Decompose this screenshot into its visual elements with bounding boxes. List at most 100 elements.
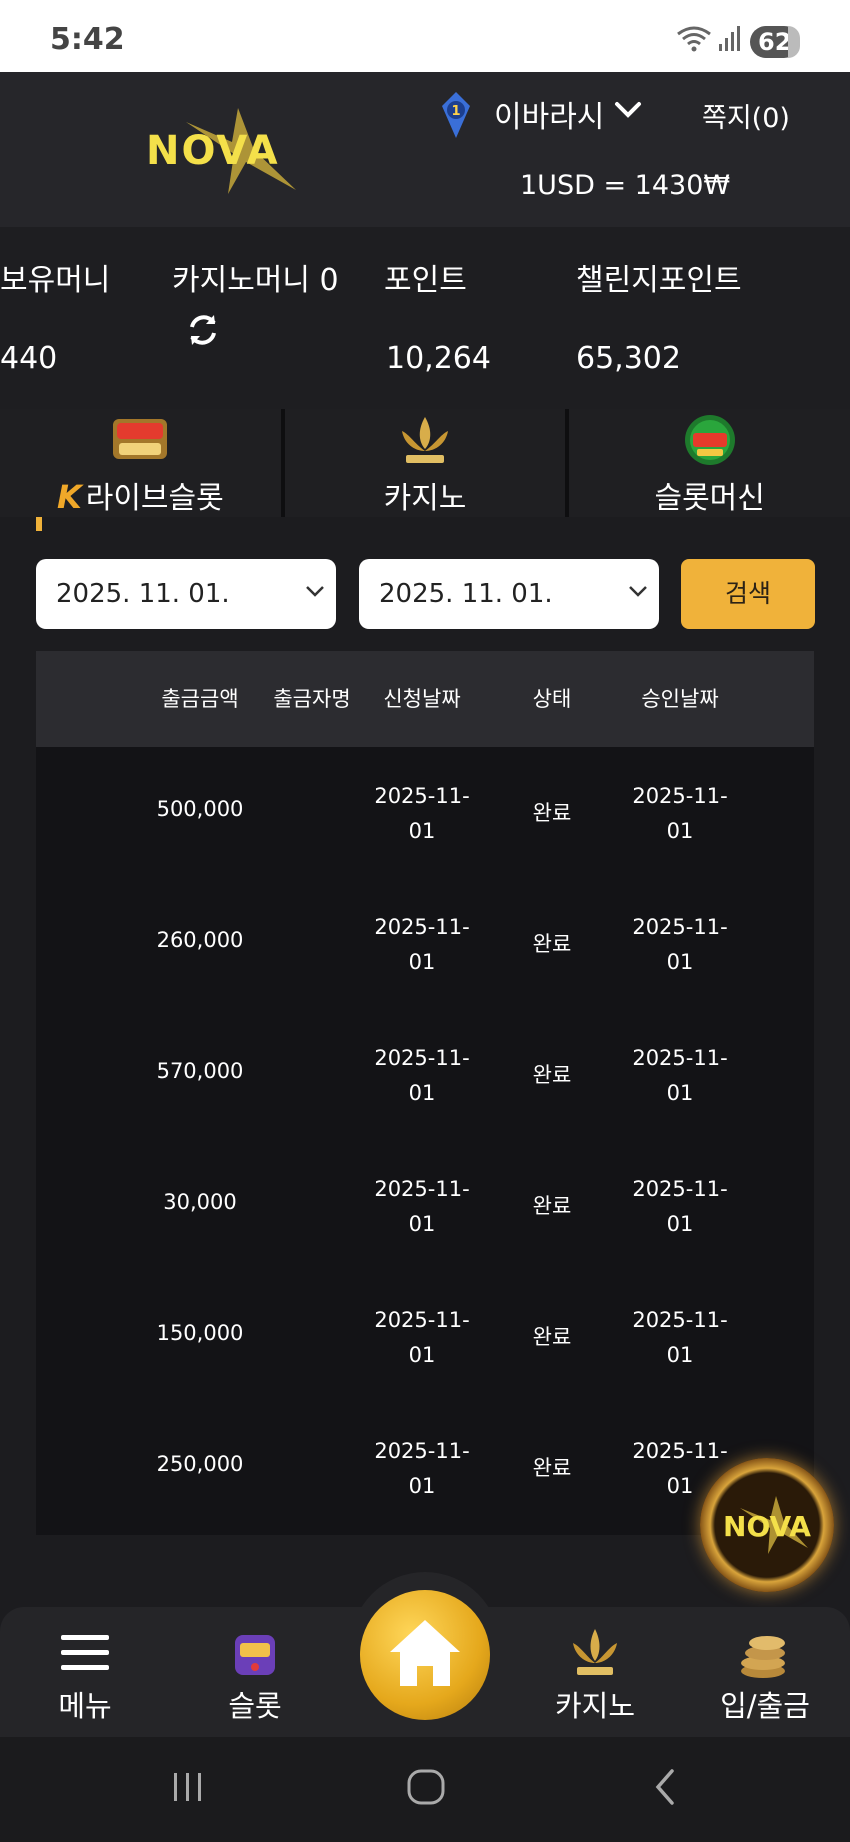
amount-cell: 30,000 xyxy=(163,1190,237,1214)
request-date-cell: 2025-11- 01 xyxy=(374,784,470,843)
search-button[interactable]: 검색 xyxy=(681,559,815,629)
nova-logo-icon: NOVA xyxy=(723,1496,811,1554)
holding-money-value: 440 xyxy=(0,341,58,376)
signal-icon xyxy=(719,26,740,51)
end-date-select[interactable]: 2025. 11. 01. xyxy=(359,559,659,629)
request-date-cell: 2025-11- 01 xyxy=(374,1177,470,1236)
end-date-value: 2025. 11. 01. xyxy=(379,579,553,609)
exchange-rate: 1USD = 1430₩ xyxy=(520,170,731,201)
status-bar: 5:42 62 xyxy=(0,0,850,72)
status-cell: 완료 xyxy=(532,932,572,956)
column-header-approve-date: 승인날짜 xyxy=(641,687,719,711)
chevron-down-icon xyxy=(306,586,324,597)
nav-casino[interactable]: 카지노 xyxy=(530,1607,660,1737)
approve-date-cell: 2025-11- 01 xyxy=(632,915,728,974)
amount-cell: 500,000 xyxy=(156,797,244,821)
nav-casino-label: 카지노 xyxy=(554,1689,636,1723)
nav-menu-label: 메뉴 xyxy=(58,1689,112,1723)
chevron-down-icon xyxy=(629,586,647,597)
k-slot-icon xyxy=(573,1629,617,1675)
live-slot-icon xyxy=(113,419,168,459)
request-date-cell: 2025-11- 01 xyxy=(374,915,470,974)
status-cell: 완료 xyxy=(532,1194,572,1218)
tab-slot-machine[interactable]: 슬롯머신 xyxy=(569,409,850,517)
nova-logo[interactable]: NOVA xyxy=(146,102,316,198)
tab-live-slot-label: 라이브슬롯 xyxy=(85,481,224,516)
rank-badge-icon: 1 xyxy=(442,92,470,138)
tab-casino[interactable]: 카지노 xyxy=(284,409,570,517)
tab-casino-label: 카지노 xyxy=(383,481,467,516)
amount-cell: 250,000 xyxy=(156,1452,244,1476)
battery-level: 62 xyxy=(758,28,792,56)
amount-cell: 150,000 xyxy=(156,1321,244,1345)
logo-text: NOVA xyxy=(146,128,280,174)
status-cell: 완료 xyxy=(532,1456,572,1480)
approve-date-cell: 2025-11- 01 xyxy=(632,1177,728,1236)
status-time: 5:42 xyxy=(50,22,125,57)
battery-indicator: 62 xyxy=(750,26,800,58)
status-cell: 완료 xyxy=(532,1325,572,1349)
table-row: 260,000 2025-11- 01 완료 2025-11- 01 xyxy=(36,878,814,1009)
chevron-down-icon[interactable] xyxy=(614,100,642,120)
refresh-icon[interactable] xyxy=(184,311,222,349)
column-header-status: 상태 xyxy=(532,687,572,711)
status-cell: 완료 xyxy=(532,1063,572,1087)
system-navigation-bar xyxy=(0,1737,850,1842)
tab-slot-machine-label: 슬롯머신 xyxy=(654,481,765,516)
request-date-cell: 2025-11- 01 xyxy=(374,1046,470,1105)
casino-money-label: 카지노머니 0 xyxy=(172,263,339,298)
table-row: 150,000 2025-11- 01 완료 2025-11- 01 xyxy=(36,1271,814,1402)
wifi-icon xyxy=(677,26,711,52)
k-brand-icon: K xyxy=(56,478,82,516)
table-row: 500,000 2025-11- 01 완료 2025-11- 01 xyxy=(36,747,814,878)
column-header-name: 출금자명 xyxy=(273,687,351,711)
withdrawal-history-section: 2025. 11. 01. 2025. 11. 01. 검색 출금금액 출금자명… xyxy=(0,517,850,1607)
slot-machine-icon xyxy=(235,1635,275,1675)
site-header: NOVA 1 이바라시 쪽지(0) 1USD = 1430₩ xyxy=(0,72,850,227)
withdrawal-table: 출금금액 출금자명 신청날짜 상태 승인날짜 500,000 2025-11- 0… xyxy=(36,651,814,1535)
recent-apps-icon[interactable] xyxy=(168,1767,208,1807)
point-label: 포인트 xyxy=(384,263,467,298)
floating-nova-button[interactable]: NOVA xyxy=(700,1458,834,1592)
column-header-request-date: 신청날짜 xyxy=(383,687,461,711)
holding-money-label: 보유머니 xyxy=(0,263,111,298)
table-row: 30,000 2025-11- 01 완료 2025-11- 01 xyxy=(36,1140,814,1271)
start-date-value: 2025. 11. 01. xyxy=(56,579,230,609)
table-row: 250,000 2025-11- 01 완료 2025-11- 01 xyxy=(36,1402,814,1533)
challenge-point-value: 65,302 xyxy=(576,341,681,376)
status-cell: 완료 xyxy=(532,801,572,825)
game-category-tabs: K 라이브슬롯 카지노 슬롯머신 xyxy=(0,409,850,517)
approve-date-cell: 2025-11- 01 xyxy=(632,1308,728,1367)
hamburger-menu-icon xyxy=(61,1635,109,1670)
home-system-icon[interactable] xyxy=(404,1767,448,1807)
nav-slot-label: 슬롯 xyxy=(228,1689,282,1723)
messages-link[interactable]: 쪽지(0) xyxy=(702,96,790,135)
nav-menu[interactable]: 메뉴 xyxy=(20,1607,150,1737)
back-icon[interactable] xyxy=(648,1765,682,1809)
request-date-cell: 2025-11- 01 xyxy=(374,1308,470,1367)
table-row: 570,000 2025-11- 01 완료 2025-11- 01 xyxy=(36,1009,814,1140)
amount-cell: 570,000 xyxy=(156,1059,244,1083)
amount-cell: 260,000 xyxy=(156,928,244,952)
rank-level: 1 xyxy=(451,104,460,119)
svg-text:NOVA: NOVA xyxy=(723,1510,811,1543)
approve-date-cell: 2025-11- 01 xyxy=(632,784,728,843)
coins-icon xyxy=(741,1636,785,1678)
nav-slot[interactable]: 슬롯 xyxy=(190,1607,320,1737)
section-accent-bar xyxy=(36,517,42,531)
777-slots-icon xyxy=(684,415,735,465)
nav-deposit-withdraw[interactable]: 입/출금 xyxy=(700,1607,830,1737)
request-date-cell: 2025-11- 01 xyxy=(374,1439,470,1498)
point-value: 10,264 xyxy=(386,341,491,376)
challenge-point-label: 챌린지포인트 xyxy=(576,263,742,298)
approve-date-cell: 2025-11- 01 xyxy=(632,1046,728,1105)
table-header: 출금금액 출금자명 신청날짜 상태 승인날짜 xyxy=(36,651,814,747)
home-button[interactable] xyxy=(360,1590,490,1720)
k-slot-icon xyxy=(402,417,448,463)
start-date-select[interactable]: 2025. 11. 01. xyxy=(36,559,336,629)
nav-deposit-withdraw-label: 입/출금 xyxy=(720,1689,810,1723)
balance-panel: 보유머니 440 카지노머니 0 포인트 10,264 챌린지포인트 65,30… xyxy=(0,227,850,409)
tab-live-slot[interactable]: K 라이브슬롯 xyxy=(0,409,285,517)
username[interactable]: 이바라시 xyxy=(494,92,604,136)
home-icon xyxy=(390,1620,460,1686)
